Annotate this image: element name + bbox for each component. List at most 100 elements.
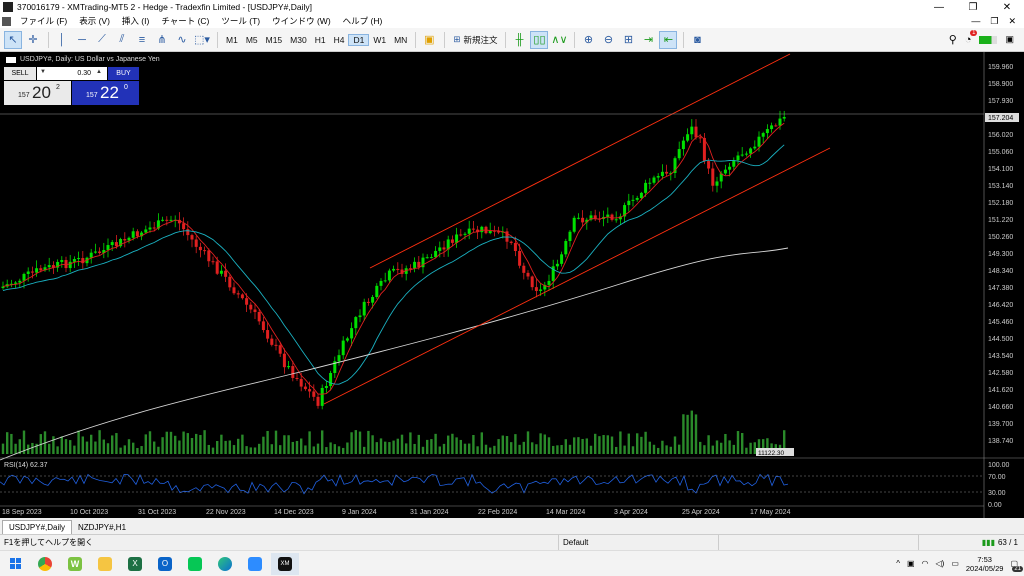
cursor-icon[interactable]: ↖: [4, 30, 22, 49]
horizontal-line-icon[interactable]: ─: [73, 31, 91, 49]
taskbar-xm[interactable]: XM: [271, 552, 299, 575]
menu-window[interactable]: ウインドウ (W): [266, 15, 337, 27]
volume-bar: [589, 445, 593, 454]
menu-insert[interactable]: 挿入 (I): [116, 15, 155, 27]
chart-area[interactable]: 159.960 158.900 157.930 157.204 156.020 155.0…: [0, 52, 1024, 518]
candle-body: [308, 389, 312, 392]
taskbar-line[interactable]: [181, 553, 209, 575]
vertical-line-icon[interactable]: │: [53, 31, 71, 49]
screenshot-icon[interactable]: ◙: [688, 31, 706, 49]
taskbar-app-w[interactable]: W: [61, 553, 89, 575]
algo-trading-icon[interactable]: ▣: [420, 31, 438, 49]
zoom-in-icon[interactable]: ⊕: [579, 31, 597, 49]
menu-tools[interactable]: ツール (T): [215, 15, 266, 27]
zoom-out-icon[interactable]: ⊖: [599, 31, 617, 49]
volume-bar: [102, 439, 105, 454]
sell-button-label[interactable]: SELL: [4, 67, 36, 80]
candlestick-icon[interactable]: ▯▯: [530, 30, 549, 49]
timeframe-w1[interactable]: W1: [369, 35, 390, 45]
grid-icon[interactable]: ⊞: [619, 31, 637, 49]
candle-body: [425, 257, 429, 259]
battery-icon[interactable]: ▭: [951, 559, 959, 568]
timeframe-m30[interactable]: M30: [286, 35, 311, 45]
volume-bar: [736, 431, 740, 454]
menu-file[interactable]: ファイル (F): [14, 15, 73, 27]
zoom-icon: [248, 556, 262, 571]
shapes-icon[interactable]: ⬚▾: [193, 31, 211, 49]
line-chart-icon[interactable]: ∧∨: [550, 31, 568, 49]
timeframe-mn[interactable]: MN: [390, 35, 411, 45]
candle-body: [110, 242, 114, 246]
timeframe-m5[interactable]: M5: [242, 35, 262, 45]
candle-body: [581, 217, 585, 223]
minimize-button[interactable]: —: [922, 2, 956, 13]
taskbar-outlook[interactable]: O: [151, 553, 179, 575]
new-order-icon: ⊞: [453, 34, 461, 44]
crosshair-icon[interactable]: ✛: [24, 31, 42, 49]
taskbar-explorer[interactable]: [91, 553, 119, 575]
taskbar-chrome[interactable]: [31, 553, 59, 575]
timeframe-h4[interactable]: H4: [330, 35, 349, 45]
menu-chart[interactable]: チャート (C): [155, 15, 215, 27]
connection-status[interactable]: ▮▮▮ 63 / 1: [918, 535, 1024, 550]
candle-body: [291, 366, 295, 378]
timeframe-m1[interactable]: M1: [222, 35, 242, 45]
timeframe-h1[interactable]: H1: [311, 35, 330, 45]
fibonacci-icon[interactable]: ≡: [133, 31, 151, 49]
volume-bar: [463, 443, 467, 454]
pitchfork-icon[interactable]: ⋔: [153, 31, 171, 49]
notification-center-count: 21: [1012, 566, 1023, 572]
taskbar-excel[interactable]: X: [121, 553, 149, 575]
price-chart[interactable]: 159.960 158.900 157.930 157.204 156.020 155.0…: [0, 52, 1024, 518]
trendline-icon[interactable]: ⟋: [93, 31, 111, 49]
tab-usdjpy-daily[interactable]: USDJPY#,Daily: [2, 520, 73, 534]
timeframe-m15[interactable]: M15: [262, 35, 287, 45]
tray-app-icon[interactable]: ▣: [907, 559, 915, 568]
panel-toggle-icon[interactable]: ▣: [1005, 34, 1014, 45]
date-tick-label: 9 Jan 2024: [342, 509, 377, 516]
chart-window-icon[interactable]: [2, 16, 11, 26]
volume-bar: [657, 447, 660, 454]
clock[interactable]: 7:53 2024/05/29: [966, 555, 1004, 573]
new-order-button[interactable]: ⊞ 新規注文: [449, 34, 501, 46]
start-button[interactable]: [1, 553, 29, 575]
taskbar-zoom[interactable]: [241, 553, 269, 575]
maximize-button[interactable]: ❐: [956, 2, 990, 13]
tray-chevron-icon[interactable]: ^: [896, 559, 900, 568]
candle-body: [320, 387, 324, 406]
channel-icon[interactable]: ⫽: [113, 31, 131, 49]
sell-button[interactable]: 157 20 2: [4, 81, 71, 105]
chart-close-button[interactable]: ✕: [1008, 16, 1016, 27]
timeframe-d1[interactable]: D1: [348, 33, 370, 46]
bar-chart-icon[interactable]: ╫: [510, 31, 528, 49]
close-button[interactable]: ✕: [990, 2, 1024, 13]
candle-body: [22, 273, 26, 281]
chart-shift-icon[interactable]: ⇤: [659, 30, 678, 49]
volume-bar: [73, 445, 76, 454]
date-tick-label: 17 May 2024: [750, 509, 791, 516]
buy-button-label[interactable]: BUY: [108, 67, 139, 80]
search-icon[interactable]: ⚲: [949, 33, 957, 46]
chart-restore-button[interactable]: ❐: [990, 16, 998, 27]
elliott-icon[interactable]: ∿: [173, 31, 191, 49]
candle-body: [656, 176, 660, 178]
notification-icon[interactable]: ◔ 1: [965, 29, 978, 46]
chart-minimize-button[interactable]: —: [971, 16, 980, 26]
lot-up-icon[interactable]: ▲: [96, 69, 102, 75]
menu-view[interactable]: 表示 (V): [73, 15, 116, 27]
candle-body: [627, 200, 631, 206]
lot-down-icon[interactable]: ▼: [40, 69, 46, 75]
taskbar-edge[interactable]: [211, 553, 239, 575]
tab-nzdjpy-h1[interactable]: NZDJPY#,H1: [72, 521, 132, 534]
candle-body: [39, 268, 43, 271]
volume-icon[interactable]: ◁): [936, 559, 945, 568]
menu-help[interactable]: ヘルプ (H): [337, 15, 389, 27]
buy-button[interactable]: 157 22 0: [72, 81, 139, 105]
toolbar-separator: [574, 31, 576, 48]
auto-scroll-icon[interactable]: ⇥: [639, 31, 657, 49]
toolbar: ↖ ✛ │ ─ ⟋ ⫽ ≡ ⋔ ∿ ⬚▾ M1 M5 M15 M30 H1 H4…: [0, 28, 1024, 52]
wifi-icon[interactable]: ◠: [922, 559, 929, 568]
notification-center-icon[interactable]: ▢ 21: [1010, 559, 1023, 572]
volume-bar: [375, 442, 378, 454]
candle-body: [467, 228, 471, 234]
